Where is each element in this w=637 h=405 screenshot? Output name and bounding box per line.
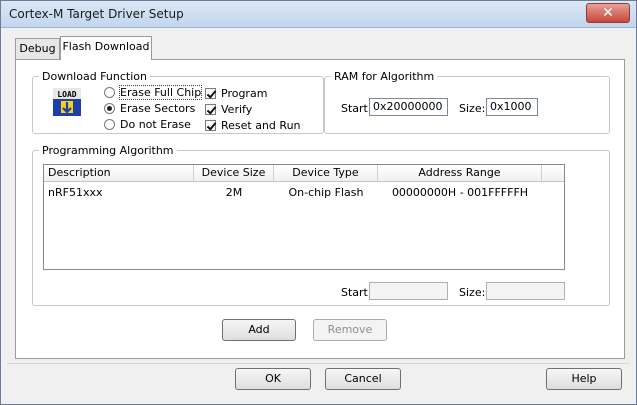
radio-erase-full-chip[interactable]: Erase Full Chip — [104, 85, 203, 100]
tab-flash-download[interactable]: Flash Download — [60, 36, 152, 60]
tab-debug[interactable]: Debug — [15, 38, 60, 59]
radio-erase-full-chip-label: Erase Full Chip — [118, 85, 203, 100]
ram-size-label: Size: — [459, 102, 486, 115]
help-button[interactable]: Help — [546, 368, 622, 390]
programming-algorithm-legend: Programming Algorithm — [42, 144, 174, 157]
algorithm-size-input[interactable] — [486, 282, 565, 300]
checkbox-verify-box — [205, 104, 216, 115]
algorithm-start-label: Start: — [341, 286, 372, 299]
ok-button[interactable]: OK — [235, 368, 311, 390]
download-function-legend: Download Function — [42, 70, 147, 83]
algorithm-list-header: Description Device Size Device Type Addr… — [44, 165, 564, 182]
checkbox-program-label: Program — [221, 87, 268, 100]
row-device-type: On-chip Flash — [288, 186, 364, 199]
ram-size-input[interactable] — [486, 98, 538, 116]
radio-erase-sectors-label: Erase Sectors — [120, 102, 196, 115]
algorithm-start-input[interactable] — [369, 282, 448, 300]
algorithm-list[interactable]: Description Device Size Device Type Addr… — [43, 164, 565, 270]
cancel-button[interactable]: Cancel — [325, 368, 401, 390]
checkbox-verify-label: Verify — [221, 103, 253, 116]
row-device-size: 2M — [225, 186, 243, 199]
column-header-device-size[interactable]: Device Size — [194, 165, 274, 181]
title-bar[interactable]: Cortex-M Target Driver Setup ✕ — [1, 1, 636, 28]
tab-debug-label: Debug — [19, 42, 56, 55]
column-header-description[interactable]: Description — [44, 165, 194, 181]
window-title: Cortex-M Target Driver Setup — [9, 7, 184, 21]
row-description: nRF51xxx — [48, 186, 103, 199]
tab-panel: Download Function LOAD Erase Full Chip E… — [15, 59, 625, 359]
checkbox-reset-and-run-box — [205, 120, 216, 131]
radio-erase-sectors[interactable]: Erase Sectors — [104, 102, 195, 115]
add-button[interactable]: Add — [222, 319, 296, 341]
close-button[interactable]: ✕ — [586, 3, 630, 23]
radio-do-not-erase[interactable]: Do not Erase — [104, 118, 191, 131]
load-icon-text: LOAD — [57, 90, 76, 99]
checkbox-verify[interactable]: Verify — [205, 103, 252, 116]
tab-flash-download-label: Flash Download — [62, 40, 150, 53]
ram-for-algorithm-legend: RAM for Algorithm — [334, 70, 435, 83]
column-header-device-type[interactable]: Device Type — [274, 165, 378, 181]
ram-start-input[interactable] — [369, 98, 448, 116]
algorithm-size-label: Size: — [459, 286, 486, 299]
column-header-address-range[interactable]: Address Range — [378, 165, 542, 181]
checkbox-program[interactable]: Program — [205, 87, 267, 100]
remove-button[interactable]: Remove — [313, 319, 387, 341]
checkbox-program-box — [205, 88, 216, 99]
checkbox-reset-and-run-label: Reset and Run — [221, 119, 301, 132]
dialog-window: Cortex-M Target Driver Setup ✕ Debug Fla… — [0, 0, 637, 405]
radio-erase-sectors-dot — [104, 103, 115, 114]
load-icon: LOAD — [52, 87, 82, 117]
checkbox-reset-and-run[interactable]: Reset and Run — [205, 119, 301, 132]
radio-do-not-erase-dot — [104, 119, 115, 130]
radio-do-not-erase-label: Do not Erase — [120, 118, 191, 131]
ram-start-label: Start: — [341, 102, 372, 115]
radio-erase-full-chip-dot — [104, 87, 115, 98]
row-address-range: 00000000H - 001FFFFFH — [391, 186, 529, 199]
footer-divider — [7, 363, 629, 364]
